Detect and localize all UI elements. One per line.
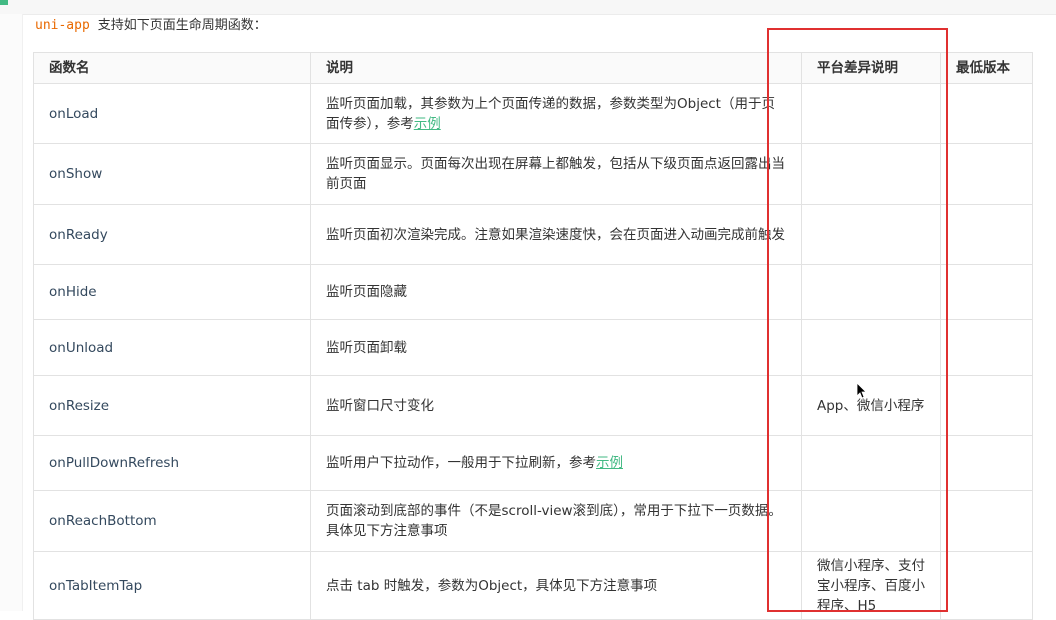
cell-version [940, 551, 1033, 620]
intro-code: uni-app [35, 18, 90, 33]
cell-description: 监听窗口尺寸变化 [310, 375, 802, 436]
cell-description: 点击 tab 时触发，参数为Object，具体见下方注意事项 [310, 551, 802, 620]
mouse-pointer-icon [857, 383, 867, 399]
cell-version [940, 83, 1033, 144]
cell-version [940, 143, 1033, 205]
cell-description: 监听页面初次渲染完成。注意如果渲染速度快，会在页面进入动画完成前触发 [310, 204, 802, 265]
left-rail [0, 14, 23, 611]
table-row: onPullDownRefresh 监听用户下拉动作，一般用于下拉刷新，参考示例 [33, 435, 1033, 491]
cell-version [940, 204, 1033, 265]
lifecycle-table: 函数名 说明 平台差异说明 最低版本 onLoad 监听页面加载，其参数为上个页… [33, 52, 1033, 620]
cell-function-name: onShow [33, 143, 311, 205]
table-row: onResize 监听窗口尺寸变化 App、微信小程序 [33, 375, 1033, 436]
cell-function-name: onPullDownRefresh [33, 435, 311, 491]
cell-platform: App、微信小程序 [801, 375, 941, 436]
cell-description: 监听页面加载，其参数为上个页面传递的数据，参数类型为Object（用于页面传参）… [310, 83, 802, 144]
cell-function-name: onHide [33, 264, 311, 320]
cell-description: 监听页面显示。页面每次出现在屏幕上都触发，包括从下级页面点返回露出当前页面 [310, 143, 802, 205]
top-strip [0, 0, 1056, 15]
table-row: onReachBottom 页面滚动到底部的事件（不是scroll-view滚到… [33, 490, 1033, 552]
cell-description: 监听页面隐藏 [310, 264, 802, 320]
header-description: 说明 [310, 52, 802, 84]
example-link[interactable]: 示例 [414, 116, 441, 132]
table-row: onUnload 监听页面卸载 [33, 319, 1033, 376]
intro-text: 支持如下页面生命周期函数： [97, 18, 267, 33]
cell-function-name: onLoad [33, 83, 311, 144]
cell-platform [801, 319, 941, 376]
example-link[interactable]: 示例 [596, 455, 623, 471]
cell-version [940, 435, 1033, 491]
header-min-version: 最低版本 [940, 52, 1033, 84]
table-row: onLoad 监听页面加载，其参数为上个页面传递的数据，参数类型为Object（… [33, 83, 1033, 144]
cell-platform: 微信小程序、支付宝小程序、百度小程序、H5 [801, 551, 941, 620]
cell-version [940, 319, 1033, 376]
table-row: onReady 监听页面初次渲染完成。注意如果渲染速度快，会在页面进入动画完成前… [33, 204, 1033, 265]
cell-description: 监听页面卸载 [310, 319, 802, 376]
table-row: onShow 监听页面显示。页面每次出现在屏幕上都触发，包括从下级页面点返回露出… [33, 143, 1033, 205]
top-marker [0, 0, 8, 5]
table-row: onTabItemTap 点击 tab 时触发，参数为Object，具体见下方注… [33, 551, 1033, 620]
table-header-row: 函数名 说明 平台差异说明 最低版本 [33, 52, 1033, 84]
intro-line: uni-app 支持如下页面生命周期函数： [35, 14, 267, 33]
cell-platform [801, 143, 941, 205]
table-row: onHide 监听页面隐藏 [33, 264, 1033, 320]
cell-platform [801, 264, 941, 320]
cell-version [940, 490, 1033, 552]
cell-function-name: onReady [33, 204, 311, 265]
cell-function-name: onResize [33, 375, 311, 436]
cell-platform [801, 435, 941, 491]
cell-version [940, 264, 1033, 320]
cell-version [940, 375, 1033, 436]
cell-function-name: onUnload [33, 319, 311, 376]
cell-function-name: onTabItemTap [33, 551, 311, 620]
cell-function-name: onReachBottom [33, 490, 311, 552]
cell-platform [801, 490, 941, 552]
header-function-name: 函数名 [33, 52, 311, 84]
cell-platform [801, 204, 941, 265]
header-platform-diff: 平台差异说明 [801, 52, 941, 84]
cell-description: 页面滚动到底部的事件（不是scroll-view滚到底），常用于下拉下一页数据。… [310, 490, 802, 552]
cell-description: 监听用户下拉动作，一般用于下拉刷新，参考示例 [310, 435, 802, 491]
cell-platform [801, 83, 941, 144]
